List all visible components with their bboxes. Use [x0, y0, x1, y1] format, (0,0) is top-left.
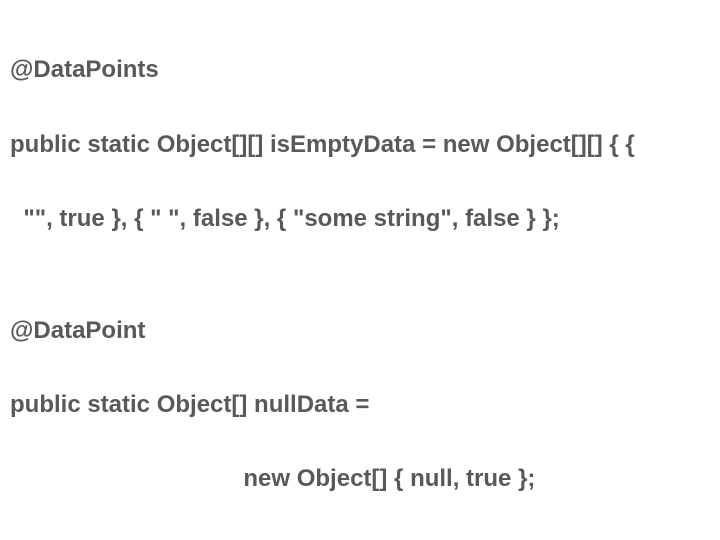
code-line: "", true }, { " ", false }, { "some stri…	[10, 200, 710, 237]
code-block: @DataPoints public static Object[][] isE…	[0, 0, 720, 540]
code-line: @DataPoints	[10, 51, 710, 88]
code-line: new Object[] { null, true };	[10, 460, 710, 497]
code-line: @DataPoint	[10, 312, 710, 349]
code-line: public static Object[] nullData =	[10, 386, 710, 423]
code-line: public static Object[][] isEmptyData = n…	[10, 126, 710, 163]
code-line: @Theory	[10, 535, 710, 540]
